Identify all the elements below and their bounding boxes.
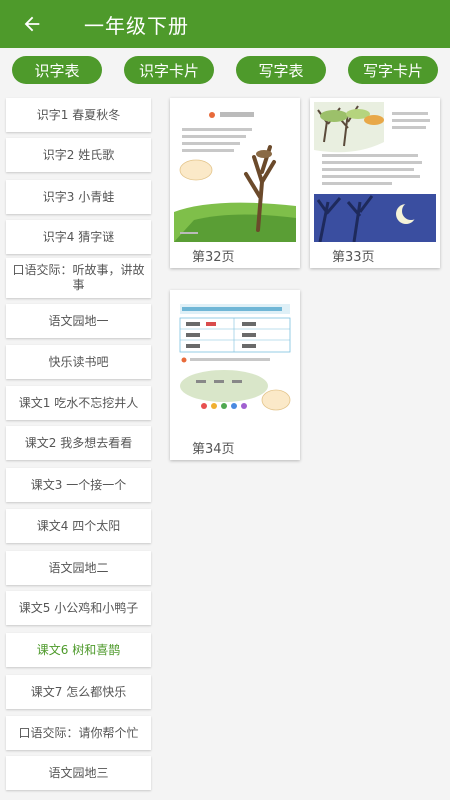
tab-literacy-table[interactable]: 识字表 xyxy=(12,56,102,84)
sidebar-item[interactable]: 口语交际：请你帮个忙 xyxy=(6,716,151,750)
sidebar-item[interactable]: 课文3 一个接一个 xyxy=(6,468,151,502)
page-card[interactable]: 第32页 xyxy=(170,98,300,268)
page-thumbnail xyxy=(174,102,296,242)
page-card[interactable]: 第34页 xyxy=(170,290,300,460)
tab-literacy-cards[interactable]: 识字卡片 xyxy=(124,56,214,84)
tab-writing-cards[interactable]: 写字卡片 xyxy=(348,56,438,84)
sidebar-item[interactable]: 识字3 小青蛙 xyxy=(6,180,151,214)
tab-bar: 识字表 识字卡片 写字表 写字卡片 xyxy=(0,48,450,94)
sidebar-item[interactable]: 识字2 姓氏歌 xyxy=(6,138,151,172)
sidebar-item[interactable]: 口语交际：听故事，讲故事 xyxy=(6,258,151,298)
sidebar-item[interactable]: 课文4 四个太阳 xyxy=(6,509,151,543)
page-grid: 第32页 第33页 第34页 xyxy=(160,94,450,800)
back-button[interactable] xyxy=(10,0,54,48)
app-header: 一年级下册 xyxy=(0,0,450,48)
arrow-left-icon xyxy=(24,16,40,32)
page-label: 第32页 xyxy=(192,250,235,265)
sidebar-item-active[interactable]: 课文6 树和喜鹊 xyxy=(6,633,151,667)
page-thumbnail xyxy=(314,102,436,242)
sidebar-item[interactable]: 语文园地一 xyxy=(6,304,151,338)
tab-writing-table[interactable]: 写字表 xyxy=(236,56,326,84)
page-label: 第34页 xyxy=(192,442,235,457)
sidebar-item[interactable]: 课文2 我多想去看看 xyxy=(6,426,151,460)
sidebar-item[interactable]: 语文园地三 xyxy=(6,756,151,790)
sidebar-item[interactable]: 语文园地二 xyxy=(6,551,151,585)
sidebar-item[interactable]: 课文7 怎么都快乐 xyxy=(6,675,151,709)
page-card[interactable]: 第33页 xyxy=(310,98,440,268)
sidebar-item[interactable]: 快乐读书吧 xyxy=(6,345,151,379)
page-label: 第33页 xyxy=(332,250,375,265)
sidebar-item[interactable]: 课文5 小公鸡和小鸭子 xyxy=(6,591,151,625)
page-title: 一年级下册 xyxy=(84,13,189,38)
sidebar-item[interactable]: 识字4 猜字谜 xyxy=(6,220,151,254)
sidebar-item[interactable]: 课文1 吃水不忘挖井人 xyxy=(6,386,151,420)
page-thumbnail xyxy=(174,294,296,434)
sidebar-item[interactable]: 识字1 春夏秋冬 xyxy=(6,98,151,132)
lesson-sidebar: 识字1 春夏秋冬 识字2 姓氏歌 识字3 小青蛙 识字4 猜字谜 口语交际：听故… xyxy=(0,94,158,800)
